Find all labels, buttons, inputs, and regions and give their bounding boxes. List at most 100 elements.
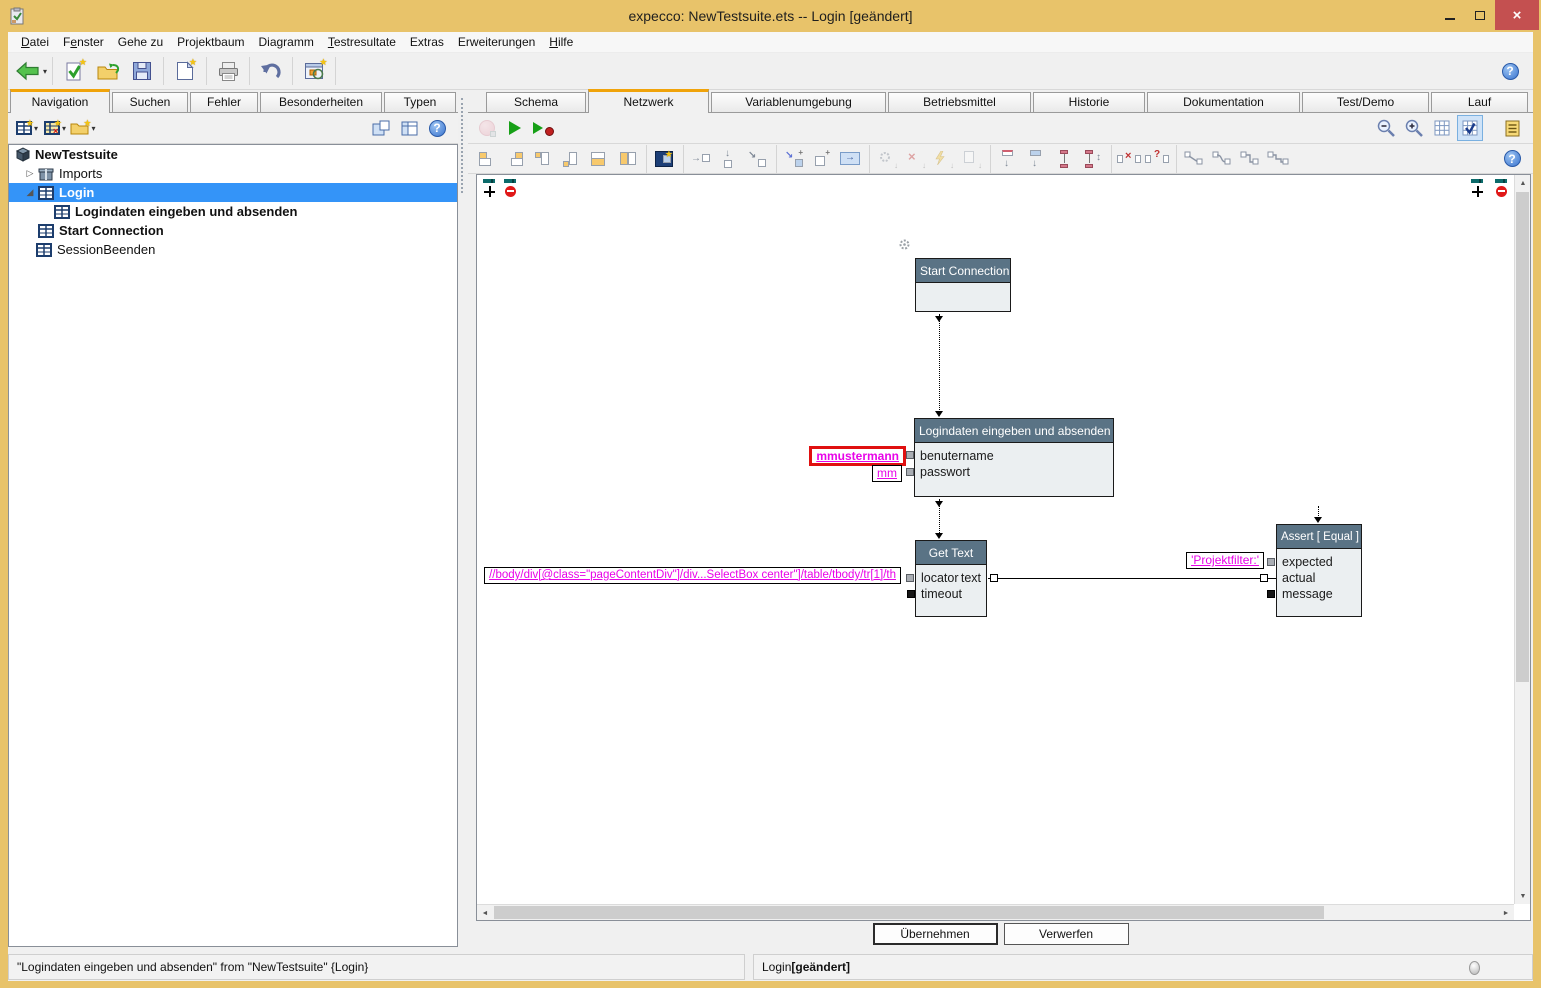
tab-netzwerk[interactable]: Netzwerk (588, 89, 709, 113)
tab-lauf[interactable]: Lauf (1431, 92, 1528, 112)
apply-button[interactable]: Übernehmen (873, 923, 998, 945)
menu-diagramm[interactable]: Diagramm (252, 33, 321, 51)
discard-button[interactable]: Verwerfen (1004, 923, 1129, 945)
export-delete-button[interactable]: ×↓ (902, 146, 928, 172)
tree-item-login[interactable]: ◢ Login (9, 183, 457, 202)
connector-swap-button[interactable]: ↕ (1079, 146, 1105, 172)
tree-item-newtestsuite[interactable]: NewTestsuite (9, 145, 457, 164)
pin-actual[interactable]: actual (1282, 570, 1315, 586)
data-connection[interactable] (988, 578, 1276, 579)
split-view-button[interactable] (396, 115, 422, 141)
align-left-button[interactable] (474, 146, 500, 172)
zoom-out-button[interactable] (1373, 115, 1399, 141)
horizontal-scrollbar-thumb[interactable] (494, 906, 1324, 919)
tab-betriebsmittel[interactable]: Betriebsmittel (888, 92, 1031, 112)
menu-gehe-zu[interactable]: Gehe zu (111, 33, 170, 51)
tab-fehler[interactable]: Fehler (190, 92, 258, 112)
minimize-icon[interactable] (1435, 0, 1465, 30)
panel-splitter[interactable] (458, 90, 468, 947)
value-passwort[interactable]: mm (872, 465, 902, 482)
node-get-text[interactable]: Get Text locatortext timeout (915, 540, 987, 617)
tab-suchen[interactable]: Suchen (112, 92, 188, 112)
menu-erweiterungen[interactable]: Erweiterungen (451, 33, 542, 51)
stop-button[interactable] (474, 115, 500, 141)
debug-button[interactable] (530, 115, 556, 141)
tab-variablenumgebung[interactable]: Variablenumgebung (711, 92, 886, 112)
new-folder-button[interactable]: ★ ▾ (70, 115, 96, 141)
undo-button[interactable] (254, 55, 288, 87)
network-canvas[interactable]: Start Connection Logindaten eingeben und… (476, 174, 1531, 921)
pin-text[interactable]: text (961, 570, 981, 586)
pin-timeout[interactable]: timeout (921, 586, 962, 602)
new-block-alt-button[interactable]: × ★ ▾ (42, 115, 68, 141)
add-output-pin-button[interactable]: ↘ (744, 146, 770, 172)
save-button[interactable] (125, 55, 159, 87)
tab-historie[interactable]: Historie (1033, 92, 1145, 112)
add-input-pin-button[interactable]: → (688, 146, 714, 172)
close-icon[interactable]: × (1495, 0, 1539, 30)
open-button[interactable] (91, 55, 125, 87)
export-quick-button[interactable]: ↓ (930, 146, 956, 172)
pin-expected[interactable]: expected (1282, 554, 1333, 570)
pin-passwort[interactable]: passwort (920, 464, 970, 480)
connection-question-button[interactable]: ? (1144, 146, 1170, 172)
value-expected[interactable]: 'Projektfilter:' (1186, 552, 1264, 569)
node-assert-equal[interactable]: Assert [ Equal ] expected actual message (1276, 524, 1362, 617)
scroll-up-icon[interactable]: ▲ (1515, 175, 1531, 191)
connect-new-button[interactable]: ↘+ (781, 146, 807, 172)
diagram-output-anchor-icon[interactable] (1471, 179, 1485, 197)
tree-item-start-connection[interactable]: Start Connection (9, 221, 457, 240)
pin-label-down-button[interactable]: ↓ (995, 146, 1021, 172)
input-pin-message[interactable] (1267, 590, 1275, 598)
menu-hilfe[interactable]: Hilfe (542, 33, 580, 51)
gear-icon[interactable] (898, 238, 911, 251)
align-top-button[interactable] (530, 146, 556, 172)
line-straight-button[interactable] (1181, 146, 1207, 172)
back-button[interactable]: ▾ (14, 55, 48, 87)
tree-item-logindaten[interactable]: Logindaten eingeben und absenden (9, 202, 457, 221)
input-pin-passwort[interactable] (906, 468, 914, 476)
align-right-button[interactable] (502, 146, 528, 172)
expander-expanded-icon[interactable]: ◢ (23, 187, 37, 198)
menu-projektbaum[interactable]: Projektbaum (170, 33, 251, 51)
node-start-connection[interactable]: Start Connection (915, 258, 1011, 312)
input-pin-expected[interactable] (1267, 558, 1275, 566)
line-curve-button[interactable] (1209, 146, 1235, 172)
tab-dokumentation[interactable]: Dokumentation (1147, 92, 1300, 112)
back-dropdown-icon[interactable]: ▾ (43, 67, 47, 76)
help-button[interactable]: ? (1493, 55, 1527, 87)
node-logindaten[interactable]: Logindaten eingeben und absenden benuter… (914, 418, 1114, 497)
horizontal-scrollbar[interactable]: ◄ ► (477, 904, 1514, 920)
run-button[interactable] (502, 115, 528, 141)
connector-vertical-button[interactable] (1051, 146, 1077, 172)
new-block-button[interactable]: ★ ▾ (14, 115, 40, 141)
scroll-down-icon[interactable]: ▼ (1515, 888, 1531, 904)
pin-label-down2-button[interactable]: ↓ (1023, 146, 1049, 172)
new-document-button[interactable]: ★ (168, 55, 202, 87)
notes-button[interactable] (1499, 115, 1525, 141)
connection-delete-button[interactable]: × (1116, 146, 1142, 172)
diagram-nooutput-anchor-icon[interactable] (1495, 179, 1509, 197)
check-document-button[interactable]: ★ (57, 55, 91, 87)
pin-benutername[interactable]: benutername (920, 448, 994, 464)
reload-view-button[interactable]: ★ (297, 55, 331, 87)
menu-extras[interactable]: Extras (403, 33, 451, 51)
scroll-left-icon[interactable]: ◄ (477, 905, 493, 921)
export-page-button[interactable]: ↓ (958, 146, 984, 172)
menu-testresultate[interactable]: Testresultate (321, 33, 403, 51)
menu-datei[interactable]: Datei (14, 33, 56, 51)
input-pin-timeout[interactable] (907, 590, 915, 598)
line-orthogonal-button[interactable] (1237, 146, 1263, 172)
input-pin-actual[interactable] (1260, 574, 1268, 582)
insert-block-button[interactable]: ★ (651, 146, 677, 172)
maximize-icon[interactable] (1465, 0, 1495, 30)
vertical-scrollbar-thumb[interactable] (1516, 192, 1529, 682)
tab-test-demo[interactable]: Test/Demo (1302, 92, 1429, 112)
pin-locator[interactable]: locator (921, 570, 959, 586)
detach-view-button[interactable] (368, 115, 394, 141)
tree-item-imports[interactable]: ▷ Imports (9, 164, 457, 183)
input-pin-benutername[interactable] (906, 451, 914, 459)
zoom-in-button[interactable] (1401, 115, 1427, 141)
expander-collapsed-icon[interactable]: ▷ (23, 168, 37, 179)
center-horizontal-button[interactable] (586, 146, 612, 172)
